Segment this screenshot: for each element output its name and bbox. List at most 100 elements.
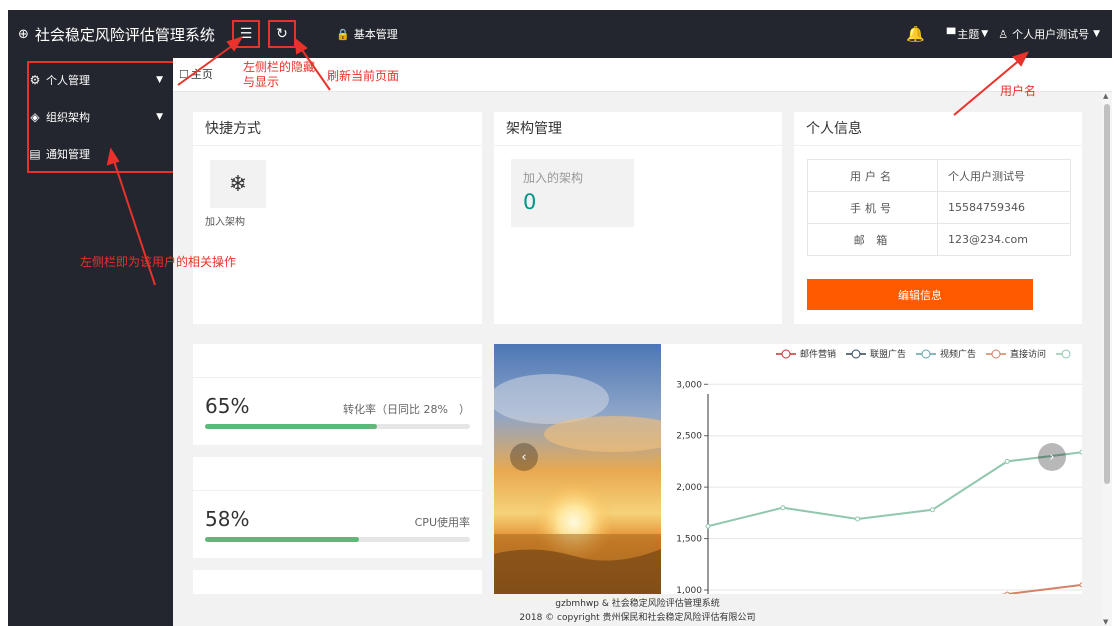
legend-label: 视频广告	[940, 348, 976, 360]
theme-label: 主题	[957, 28, 980, 41]
caret-down-icon: ▼	[1093, 29, 1100, 39]
shortcut-card: 快捷方式 ❄ 加入架构	[193, 112, 482, 324]
data-point	[705, 523, 711, 529]
chevron-right-icon: ›	[1049, 449, 1055, 465]
brand: ⊕ 社会稳定风险评估管理系统	[8, 24, 230, 45]
nav-basic-management[interactable]: 🔒 基本管理	[336, 26, 398, 42]
sidebar: ⚙ 个人管理 ▼ ◈ 组织架构 ▼ ▤ 通知管理	[8, 58, 177, 626]
legend-swatch-dot	[991, 349, 1001, 359]
chevron-left-icon: ‹	[521, 449, 527, 465]
profile-table: 用户名 个人用户测试号 手机号 15584759346 邮 箱 123@234.…	[807, 159, 1071, 256]
sidebar-item-notice[interactable]: ▤ 通知管理	[8, 135, 173, 172]
snowflake-icon: ❄	[228, 171, 248, 197]
legend-label: 邮件营销	[800, 348, 836, 360]
image-carousel: ‹	[494, 344, 661, 626]
stat-card-conversion: 65% 转化率（日同比 28% ）	[193, 344, 482, 445]
footer-line-1: gzbmhwp & 社会稳定风险评估管理系统	[555, 599, 720, 609]
stat-card-header	[193, 457, 482, 491]
sidebar-item-label: 通知管理	[46, 147, 90, 161]
lock-icon: 🔒	[336, 27, 350, 41]
stat-card-header	[193, 344, 482, 378]
caret-down-icon: ▼	[981, 29, 989, 39]
table-row: 手机号 15584759346	[807, 191, 1071, 224]
profile-value: 123@234.com	[937, 223, 1071, 256]
monitor-icon: ▀	[946, 27, 956, 41]
username-label: 个人用户测试号	[1012, 28, 1090, 41]
footer: gzbmhwp & 社会稳定风险评估管理系统 2018 © copyright …	[173, 594, 1102, 626]
menu-fold-icon: ☰	[239, 26, 253, 42]
joined-org-label: 加入的架构	[523, 171, 584, 185]
profile-value: 个人用户测试号	[937, 159, 1071, 192]
data-point	[855, 516, 861, 522]
annotation-sidebar-desc: 左侧栏即为该用户的相关操作	[80, 255, 237, 269]
shortcut-label: 加入架构	[205, 217, 245, 228]
table-row: 用户名 个人用户测试号	[807, 159, 1071, 192]
nav-basic-label: 基本管理	[353, 28, 398, 41]
user-icon: ♙	[998, 27, 1009, 41]
progress-fill	[205, 424, 378, 429]
stat-value: 58%	[205, 507, 250, 531]
scrollbar[interactable]: ▲ ▼	[1102, 92, 1112, 626]
org-card: 架构管理 加入的架构 0	[494, 112, 782, 324]
tab-label: 主页	[190, 68, 213, 81]
join-org-shortcut[interactable]: ❄	[210, 160, 266, 208]
refresh-button[interactable]: ↻	[268, 20, 296, 48]
bell-icon[interactable]: 🔔	[906, 25, 925, 43]
sidebar-toggle-button[interactable]: ☰	[232, 20, 260, 48]
annotation-refresh: 刷新当前页面	[327, 69, 400, 83]
stat-card-cpu: 58% CPU使用率	[193, 457, 482, 558]
y-tick-label: 2,500	[676, 432, 702, 442]
sidebar-item-label: 组织架构	[46, 110, 90, 124]
sunset-image	[494, 344, 661, 626]
sidebar-item-label: 个人管理	[46, 73, 90, 87]
sidebar-item-org[interactable]: ◈ 组织架构 ▼	[8, 98, 173, 135]
legend-swatch-dot	[921, 349, 931, 359]
globe-icon: ⊕	[18, 26, 29, 42]
tab-home[interactable]: ☐ 主页	[179, 66, 213, 82]
stat-desc: CPU使用率	[414, 516, 470, 529]
brand-title: 社会稳定风险评估管理系统	[34, 25, 215, 44]
profile-key: 手机号	[807, 191, 938, 224]
data-point	[1079, 449, 1085, 455]
data-point	[929, 507, 935, 513]
caret-down-icon: ▼	[156, 74, 163, 85]
user-menu[interactable]: ♙ 个人用户测试号 ▼	[998, 26, 1100, 42]
footer-line-2: 2018 © copyright 贵州保民和社会稳定风险评估有限公司	[519, 613, 756, 623]
edit-info-button[interactable]: 编辑信息	[807, 279, 1033, 310]
y-tick-label: 2,000	[676, 483, 702, 493]
series-line	[707, 451, 1083, 528]
home-icon: ☐	[179, 67, 189, 81]
cube-icon: ◈	[30, 109, 40, 124]
carousel-prev-button[interactable]: ‹	[510, 443, 538, 471]
stat-value: 65%	[205, 394, 250, 418]
legend-label: 直接访问	[1010, 348, 1046, 360]
table-row: 邮 箱 123@234.com	[807, 223, 1071, 256]
annotation-username: 用户名	[1000, 84, 1037, 98]
progress-fill	[205, 537, 359, 542]
profile-card: 个人信息 用户名 个人用户测试号 手机号 15584759346 邮 箱 123…	[794, 112, 1082, 324]
card-title: 个人信息	[794, 112, 1082, 146]
profile-value: 15584759346	[937, 191, 1071, 224]
progress-bar	[205, 537, 470, 542]
line-chart-card: 1,000 1,500 2,000 2,500 3,000 邮件营销 联盟广告 视频广告 直接访…	[661, 344, 1085, 626]
data-point	[780, 505, 786, 511]
annotation-sidebar-toggle: 左侧栏的隐藏 与显示	[243, 60, 316, 89]
card-title: 架构管理	[494, 112, 782, 146]
carousel-next-button[interactable]: ›	[1038, 443, 1066, 471]
card-title: 快捷方式	[193, 112, 482, 146]
legend-swatch-dot	[781, 349, 791, 359]
stat-desc: 转化率（日同比 28% ）	[343, 403, 470, 416]
scroll-thumb[interactable]	[1104, 104, 1110, 484]
theme-menu[interactable]: ▀ 主题 ▼	[947, 26, 988, 42]
data-point	[1079, 582, 1085, 588]
scroll-down-icon: ▼	[1103, 618, 1109, 626]
sidebar-item-personal[interactable]: ⚙ 个人管理 ▼	[8, 61, 173, 98]
scroll-up-icon: ▲	[1103, 92, 1109, 100]
joined-org-count: 0	[523, 190, 537, 214]
top-bar: ⊕ 社会稳定风险评估管理系统 ☰ ↻ 🔒 基本管理 🔔 ▀ 主题 ▼ ♙ 个人用…	[8, 10, 1112, 58]
gear-icon: ⚙	[29, 72, 41, 87]
profile-key: 邮 箱	[807, 223, 938, 256]
data-point	[1004, 458, 1010, 464]
joined-org-box[interactable]: 加入的架构 0	[511, 159, 634, 227]
legend-label: 联盟广告	[870, 348, 906, 360]
